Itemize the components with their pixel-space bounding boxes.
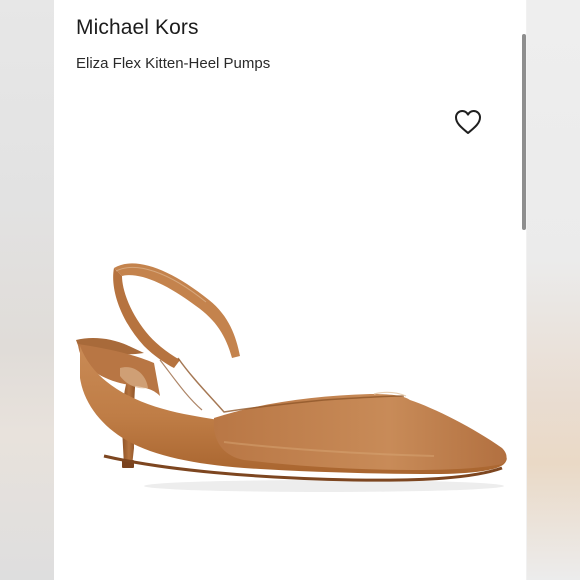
heart-outline-icon (455, 110, 481, 134)
brand-name: Michael Kors (76, 16, 199, 39)
product-title: Eliza Flex Kitten-Heel Pumps (76, 55, 271, 72)
blurred-background-right (527, 0, 580, 580)
favorite-button[interactable] (452, 106, 484, 138)
blurred-background-left (0, 0, 54, 580)
product-card: Michael Kors Eliza Flex Kitten-Heel Pump… (54, 0, 526, 580)
screenshot-frame: Michael Kors Eliza Flex Kitten-Heel Pump… (0, 0, 580, 580)
product-image (76, 263, 507, 492)
scrollbar-thumb[interactable] (522, 34, 526, 230)
